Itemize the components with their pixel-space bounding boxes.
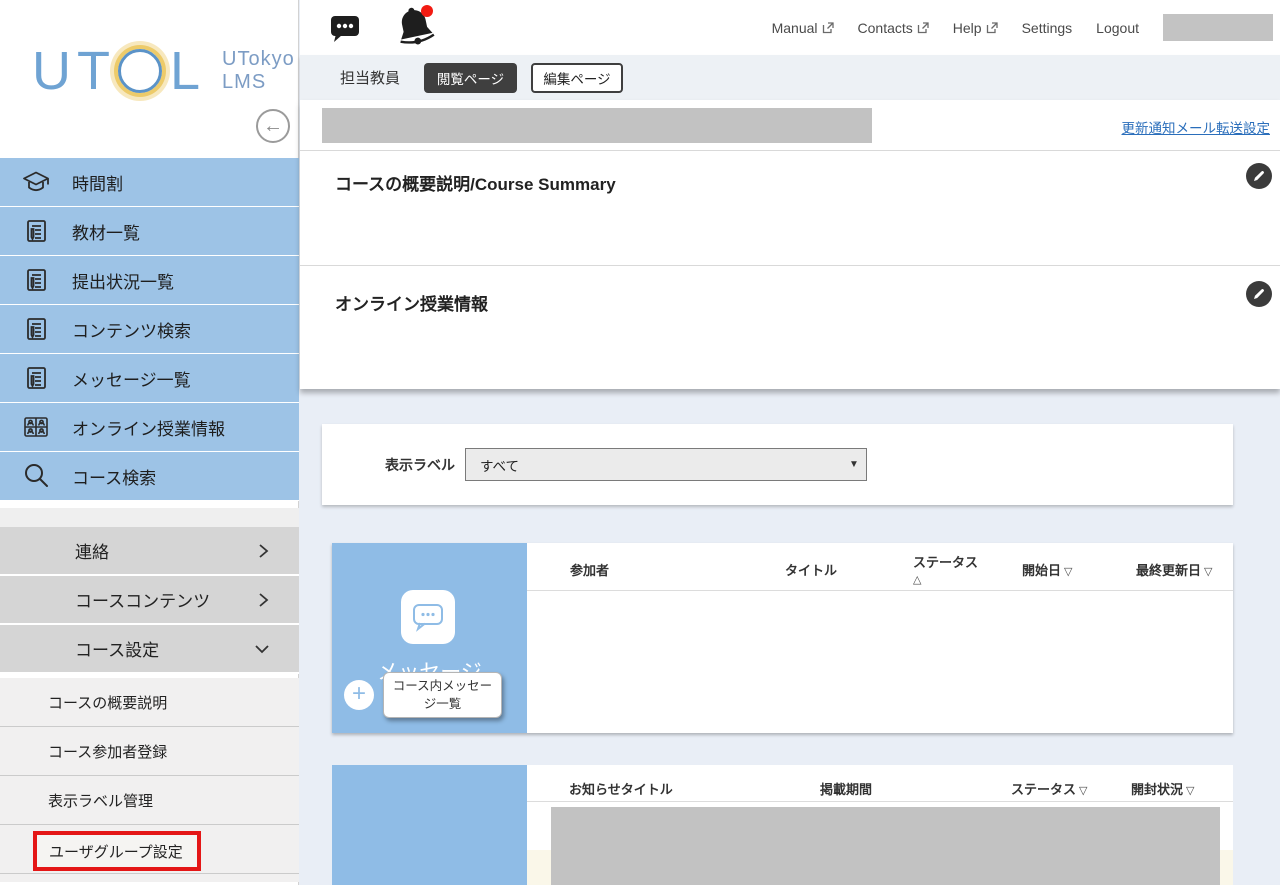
redacted-course-title [322, 108, 872, 143]
sidebar-subitem-course-summary[interactable]: コースの概要説明 [0, 678, 299, 727]
sidebar-group-contact[interactable]: 連絡 [0, 527, 299, 576]
messages-panel: メッセージ + コース内メッセージ一覧 参加者 タイトル ステータス △ 開始日… [332, 543, 1233, 733]
pencil-icon [1252, 287, 1266, 301]
search-icon [0, 462, 72, 490]
sidebar-item-materials[interactable]: 教材一覧 [0, 207, 299, 256]
chevron-down-icon [253, 641, 271, 657]
chevron-right-icon [255, 591, 271, 609]
sidebar-course-groups: 連絡 コースコンテンツ コース設定 [0, 527, 299, 674]
divider [300, 150, 1280, 151]
sidebar-main-nav: 時間割 教材一覧 提出状況一覧 [0, 158, 299, 501]
col-open-status[interactable]: 開封状況▽ [1131, 779, 1194, 798]
sidebar-subitem-label-management[interactable]: 表示ラベル管理 [0, 776, 299, 825]
sort-desc-icon: ▽ [1204, 566, 1212, 578]
sidebar-gap [0, 508, 299, 527]
pencil-icon [1252, 169, 1266, 183]
selected-option: すべて [466, 455, 842, 475]
display-label-select[interactable]: すべて ▼ [465, 448, 867, 481]
display-label-filter-panel: 表示ラベル すべて ▼ [322, 424, 1233, 505]
col-announcement-title[interactable]: お知らせタイトル [569, 779, 673, 798]
tab-edit-page[interactable]: 編集ページ [531, 63, 623, 93]
manual-link[interactable]: Manual [772, 20, 834, 36]
contacts-link[interactable]: Contacts [858, 20, 929, 36]
role-label: 担当教員 [340, 67, 400, 88]
help-link[interactable]: Help [953, 20, 998, 36]
settings-link[interactable]: Settings [1022, 20, 1073, 36]
video-grid-icon [0, 414, 72, 440]
graduation-cap-icon [0, 169, 72, 195]
sidebar-subitem-user-group-settings[interactable]: ユーザグループ設定 [0, 825, 299, 874]
sort-asc-icon: △ [913, 574, 921, 586]
add-message-button[interactable]: + [344, 680, 374, 710]
clipboard-icon [0, 267, 72, 293]
sidebar-item-message-list[interactable]: メッセージ一覧 [0, 354, 299, 403]
sidebar-next-row-partial [0, 874, 299, 882]
table-header-divider [527, 801, 1233, 802]
chat-messages-icon[interactable] [330, 14, 362, 44]
edit-course-summary-button[interactable] [1246, 163, 1272, 189]
clipboard-icon [0, 218, 72, 244]
dropdown-arrow-icon: ▼ [842, 449, 866, 480]
sidebar-item-submissions[interactable]: 提出状況一覧 [0, 256, 299, 305]
redacted-user-name [1163, 14, 1273, 41]
divider [300, 265, 1280, 266]
sidebar-item-timetable[interactable]: 時間割 [0, 158, 299, 207]
tab-view-page[interactable]: 閲覧ページ [424, 63, 517, 93]
sidebar-settings-submenu: コースの概要説明 コース参加者登録 表示ラベル管理 ユーザグループ設定 [0, 678, 299, 882]
sidebar-collapse-button[interactable]: ← [256, 109, 290, 143]
left-arrow-icon: ← [263, 115, 283, 138]
sidebar-subitem-participant-registration[interactable]: コース参加者登録 [0, 727, 299, 776]
col-start-date[interactable]: 開始日▽ [1022, 560, 1072, 579]
message-bubble-icon [401, 590, 455, 644]
chevron-right-icon [255, 542, 271, 560]
sort-desc-icon: ▽ [1064, 566, 1072, 578]
external-link-icon [986, 22, 998, 34]
logo-o-rings-icon [118, 49, 162, 93]
display-label-caption: 表示ラベル [385, 455, 455, 475]
course-message-list-button[interactable]: コース内メッセージ一覧 [383, 672, 502, 718]
logo-area: UT L UTokyo LMS ← [0, 0, 298, 157]
col-ann-status[interactable]: ステータス▽ [1011, 779, 1087, 798]
announcements-panel: お知らせタイトル 掲載期間 ステータス▽ 開封状況▽ [332, 765, 1233, 885]
utol-logo: UT L UTokyo LMS [32, 44, 295, 98]
section-title-online-class-info: オンライン授業情報 [335, 290, 488, 315]
update-notification-mail-link[interactable]: 更新通知メール転送設定 [1122, 117, 1271, 137]
edit-online-class-info-button[interactable] [1246, 281, 1272, 307]
col-posting-period[interactable]: 掲載期間 [820, 779, 872, 798]
clipboard-icon [0, 365, 72, 391]
col-participants[interactable]: 参加者 [570, 560, 609, 579]
notification-bell-icon[interactable] [392, 4, 436, 52]
highlight-red-box: ユーザグループ設定 [33, 831, 201, 871]
logo-text: UT [32, 44, 116, 98]
section-title-course-summary: コースの概要説明/Course Summary [335, 170, 616, 195]
col-last-updated[interactable]: 最終更新日▽ [1136, 560, 1212, 579]
sort-desc-icon: ▽ [1186, 785, 1194, 797]
col-status[interactable]: ステータス △ [913, 552, 978, 586]
sort-desc-icon: ▽ [1079, 785, 1087, 797]
messages-panel-side: メッセージ + コース内メッセージ一覧 [332, 543, 527, 733]
top-bar: Manual Contacts Help Se [300, 0, 1280, 55]
external-link-icon [917, 22, 929, 34]
page-mode-tabbar: 担当教員 閲覧ページ 編集ページ [300, 55, 1280, 100]
col-title[interactable]: タイトル [785, 560, 837, 579]
top-nav-links: Manual Contacts Help Se [772, 0, 1273, 55]
announcements-panel-side [332, 765, 527, 885]
sidebar-group-course-contents[interactable]: コースコンテンツ [0, 576, 299, 625]
logout-link[interactable]: Logout [1096, 20, 1139, 36]
sidebar: UT L UTokyo LMS ← 時間割 [0, 0, 299, 885]
external-link-icon [822, 22, 834, 34]
sidebar-item-online-class[interactable]: オンライン授業情報 [0, 403, 299, 452]
sidebar-group-course-settings[interactable]: コース設定 [0, 625, 299, 674]
redacted-announcement-content [551, 807, 1220, 885]
sidebar-item-course-search[interactable]: コース検索 [0, 452, 299, 501]
clipboard-icon [0, 316, 72, 342]
logo-subtitle: UTokyo LMS [222, 48, 295, 94]
sidebar-item-content-search[interactable]: コンテンツ検索 [0, 305, 299, 354]
course-overview-card: 更新通知メール転送設定 コースの概要説明/Course Summary オンライ… [300, 100, 1280, 389]
table-header-divider [527, 590, 1233, 591]
